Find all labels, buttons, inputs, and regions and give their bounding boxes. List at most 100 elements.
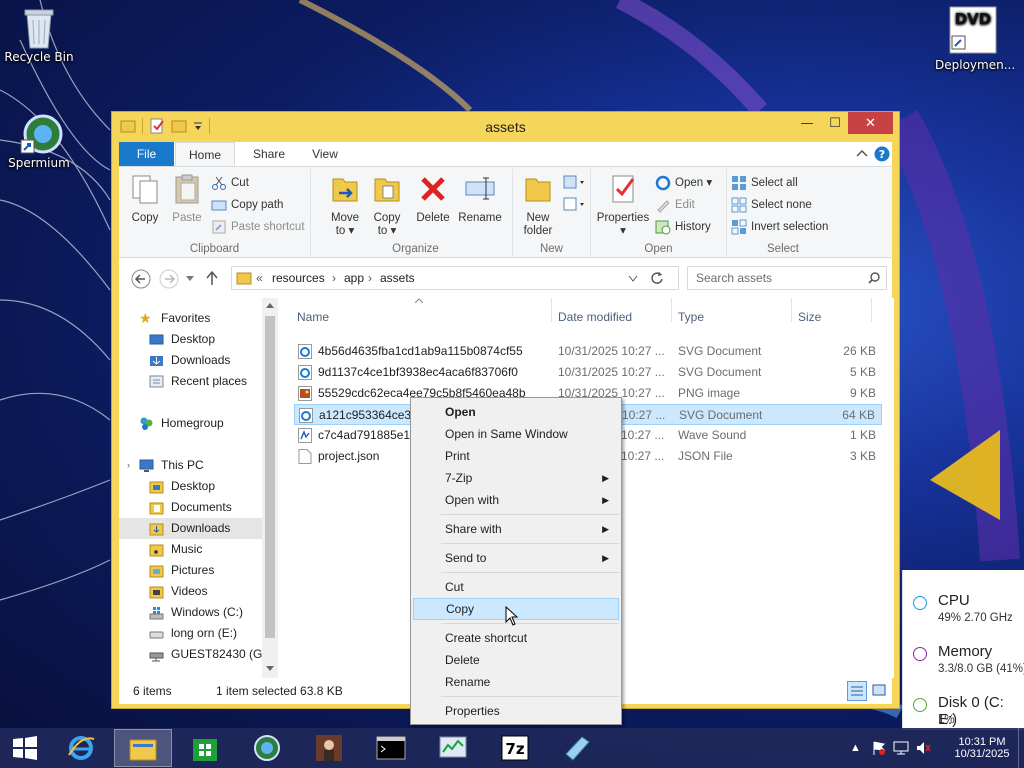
help-icon[interactable]: ? [874,146,890,162]
nav-favorites[interactable]: ★ Favorites [119,308,262,329]
recycle-bin-desktop-icon[interactable]: Recycle Bin [1,6,77,64]
column-size[interactable]: Size [798,310,821,324]
paste-shortcut-button[interactable]: Paste shortcut [211,217,305,237]
nav-homegroup[interactable]: Homegroup [119,413,262,434]
scroll-thumb[interactable] [265,316,275,638]
copy-button[interactable]: Copy [125,173,165,225]
menu-open[interactable]: Open [413,401,619,423]
back-arrow-icon[interactable] [131,269,151,289]
search-box[interactable]: Search assets [687,266,887,290]
nav-pc-pictures[interactable]: Pictures [119,560,262,581]
properties-button[interactable]: Properties ▾ [595,173,651,238]
tab-home[interactable]: Home [175,142,235,167]
nav-fav-downloads[interactable]: Downloads [119,350,262,371]
nav-fav-recent[interactable]: Recent places [119,371,262,392]
nav-pc-downloads[interactable]: Downloads [119,518,262,539]
nav-this-pc[interactable]: › This PC [119,455,262,476]
menu-send-to[interactable]: Send to ▶ [413,547,619,569]
move-to-button[interactable]: Move to ▾ [325,173,365,238]
network-icon[interactable] [893,740,909,756]
edit-button[interactable]: Edit [655,195,695,215]
column-type[interactable]: Type [678,310,704,324]
taskbar-task-manager[interactable] [424,729,482,767]
show-hidden-icons[interactable]: ▲ [850,742,861,754]
title-bar[interactable]: assets — ☐ ✕ [112,112,899,142]
select-all-button[interactable]: Select all [731,173,798,193]
taskbar-app-5[interactable] [300,729,358,767]
nav-pc-drive-g[interactable]: GUEST82430 (G:) [119,644,270,665]
nav-pc-music[interactable]: Music [119,539,262,560]
minimize-button[interactable]: — [794,112,820,134]
large-icons-view-button[interactable] [870,681,890,701]
maximize-button[interactable]: ☐ [822,112,848,134]
refresh-icon[interactable] [650,271,664,285]
taskbar-command-prompt[interactable] [362,729,420,767]
new-item-icon[interactable] [563,175,587,191]
tab-file[interactable]: File [119,142,174,166]
nav-fav-desktop[interactable]: Desktop [119,329,262,350]
menu-cut[interactable]: Cut [413,576,619,598]
rename-button[interactable]: Rename [457,173,503,225]
easy-access-icon[interactable] [563,197,587,213]
breadcrumb-assets[interactable]: assets [380,271,415,285]
delete-button[interactable]: Delete [413,173,453,225]
breadcrumb-resources[interactable]: resources [272,271,325,285]
menu-create-shortcut[interactable]: Create shortcut [413,627,619,649]
taskbar-internet-explorer[interactable] [52,729,110,767]
menu-rename[interactable]: Rename [413,671,619,693]
history-button[interactable]: History [655,217,711,237]
file-row[interactable]: 4b56d4635fba1cd1ab9a115b0874cf55 10/31/2… [294,341,882,362]
forward-arrow-icon[interactable] [159,269,179,289]
action-center-flag-icon[interactable] [871,740,887,756]
address-dropdown-icon[interactable] [628,275,638,283]
address-overflow[interactable]: « [256,271,263,285]
column-date-modified[interactable]: Date modified [558,310,632,324]
cut-button[interactable]: Cut [211,173,249,193]
taskbar-spermium[interactable] [238,729,296,767]
deployment-desktop-icon[interactable]: DVD Deploymen... [935,6,1015,72]
taskbar-file-explorer[interactable] [114,729,172,767]
copy-path-button[interactable]: Copy path [211,195,283,215]
menu-properties[interactable]: Properties [413,700,619,722]
collapse-ribbon-icon[interactable] [856,148,868,158]
menu-share-with[interactable]: Share with ▶ [413,518,619,540]
menu-open-with[interactable]: Open with ▶ [413,489,619,511]
breadcrumb-app[interactable]: app [344,271,364,285]
menu-delete[interactable]: Delete [413,649,619,671]
tab-share[interactable]: Share [241,142,297,166]
menu-open-same-window[interactable]: Open in Same Window [413,423,619,445]
clock[interactable]: 10:31 PM 10/31/2025 [948,728,1016,768]
nav-pc-desktop[interactable]: Desktop [119,476,262,497]
copy-to-button[interactable]: Copy to ▾ [367,173,407,238]
scroll-up-icon[interactable] [266,302,274,308]
nav-pc-documents[interactable]: Documents [119,497,262,518]
start-button[interactable] [0,729,50,767]
open-button[interactable]: Open ▾ [655,173,712,193]
invert-selection-button[interactable]: Invert selection [731,217,828,237]
taskbar-app-10[interactable] [548,729,606,767]
nav-scrollbar[interactable] [262,298,278,678]
new-folder-button[interactable]: New folder [517,173,559,238]
tm-memory[interactable]: Memory 3.3/8.0 GB (41%) [913,643,1024,687]
recent-locations-icon[interactable] [185,274,195,282]
address-bar[interactable]: « resources › app › assets [231,266,679,290]
paste-button[interactable]: Paste [167,173,207,225]
tm-cpu[interactable]: CPU 49% 2.70 GHz [913,592,1024,636]
spermium-desktop-icon[interactable]: Spermium [1,112,77,170]
taskbar-7zip[interactable]: 7z [486,729,544,767]
file-row[interactable]: 9d1137c4ce1bf3938ec4aca6f83706f0 10/31/2… [294,362,882,383]
show-desktop-button[interactable] [1018,728,1024,768]
select-none-button[interactable]: Select none [731,195,812,215]
menu-print[interactable]: Print [413,445,619,467]
scroll-down-icon[interactable] [266,666,274,672]
menu-7zip[interactable]: 7-Zip ▶ [413,467,619,489]
details-view-button[interactable] [847,681,867,701]
taskbar-store[interactable] [176,729,234,767]
column-name[interactable]: Name [297,310,329,324]
nav-pc-drive-e[interactable]: long orn (E:) [119,623,262,644]
nav-pc-videos[interactable]: Videos [119,581,262,602]
tab-view[interactable]: View [297,142,353,166]
up-arrow-icon[interactable] [205,270,219,286]
volume-muted-icon[interactable] [915,740,931,756]
nav-pc-windows-c[interactable]: Windows (C:) [119,602,262,623]
